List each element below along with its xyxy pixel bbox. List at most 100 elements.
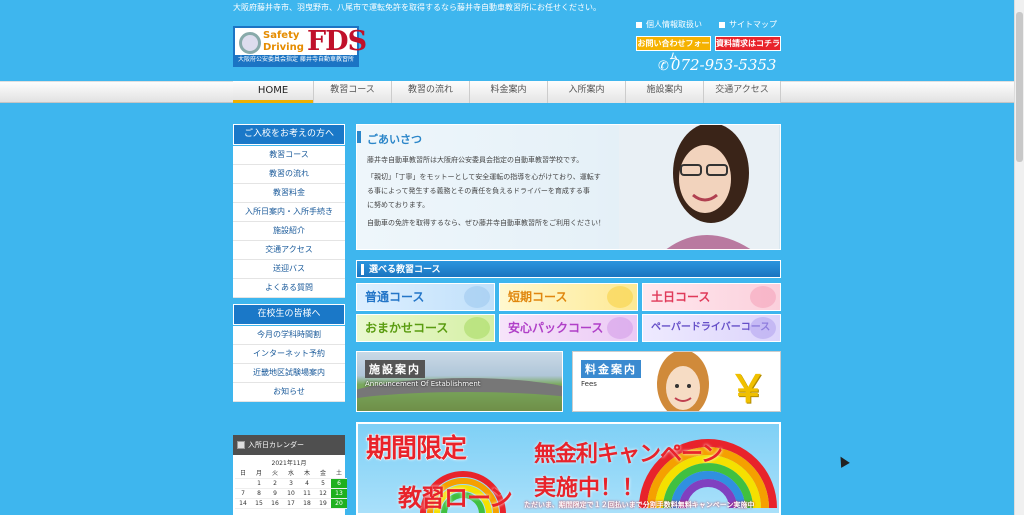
sitemap-link-label: サイトマップ [729, 20, 777, 29]
calendar-icon [237, 441, 245, 449]
calendar-day[interactable]: 16 [267, 499, 283, 509]
calendar-day[interactable]: 19 [315, 499, 331, 509]
facility-title: 施設案内 [365, 360, 425, 378]
calendar-weekday: 火 [267, 469, 283, 479]
course-paper-driver[interactable]: ペーパードライバーコース [642, 314, 781, 342]
calendar-weekday: 水 [283, 469, 299, 479]
greeting-line5: 自動車の免許を取得するなら、ぜひ藤井寺自動車教習所をご利用ください！ [367, 219, 605, 227]
courses-title-text: 選べる教習コース [369, 265, 441, 275]
greeting-line3: る事によって発生する義務とその責任を負えるドライバーを育成する事 [367, 187, 590, 195]
calendar-day[interactable]: 1 [251, 479, 267, 489]
sidebar-item-facilities[interactable]: 施設紹介 [233, 222, 345, 241]
calendar-day[interactable]: 10 [283, 489, 299, 499]
page-scrollbar[interactable] [1014, 0, 1024, 515]
bullet-icon [719, 21, 725, 28]
nav-fees[interactable]: 料金案内 [469, 81, 547, 103]
site-logo[interactable]: Safety Driving FDS 大阪府公安委員会指定 藤井寺自動車教習所 [233, 26, 367, 67]
greeting-line4: に努めております。 [367, 201, 430, 209]
logo-safety: Safety [263, 30, 300, 41]
sidebar-item-admission[interactable]: 入所日案内・入所手続き [233, 203, 345, 222]
sidebar-item-faq[interactable]: よくある質問 [233, 279, 345, 298]
calendar-weekday: 月 [251, 469, 267, 479]
sidebar-item-bus[interactable]: 送迎バス [233, 260, 345, 279]
course-standard-label: 普通コース [365, 290, 425, 304]
calendar-day[interactable]: 13 [331, 489, 347, 499]
fees-banner[interactable]: 料金案内 Fees ￥ [572, 351, 781, 412]
flower-icon [750, 286, 776, 308]
calendar-day[interactable]: 14 [235, 499, 251, 509]
sidebar-item-flow[interactable]: 教習の流れ [233, 165, 345, 184]
sidebar-item-test-centers[interactable]: 近畿地区試験場案内 [233, 364, 345, 383]
sidebar-prospective-title: ご入校をお考えの方へ [233, 124, 345, 145]
calendar-day[interactable]: 3 [283, 479, 299, 489]
course-anshin-pack[interactable]: 安心パックコース [499, 314, 638, 342]
campaign-banner[interactable]: 期間限定 教習ローン 無金利キャンペーン 実施中！！ ただいま、期間限定で１２回… [356, 422, 781, 515]
privacy-link[interactable]: 個人情報取扱い [636, 19, 702, 30]
instructor-photo [619, 125, 779, 249]
greeting-line2: 「親切」「丁寧」をモットーとして安全運転の指導を心がけており、運転す [367, 173, 601, 181]
calendar-day[interactable]: 8 [251, 489, 267, 499]
sidebar-item-access[interactable]: 交通アクセス [233, 241, 345, 260]
site-tagline: 大阪府藤井寺市、羽曳野市、八尾市で運転免許を取得するなら藤井寺自動車教習所にお任… [233, 3, 601, 12]
nav-facilities[interactable]: 施設案内 [625, 81, 703, 103]
course-omakase-label: おまかせコース [365, 321, 449, 335]
fees-subtitle: Fees [581, 380, 597, 388]
main-nav: HOME 教習コース 教習の流れ 料金案内 入所案内 施設案内 交通アクセス [233, 81, 781, 103]
sitemap-link[interactable]: サイトマップ [719, 19, 777, 30]
logo-subtitle: 大阪府公安委員会指定 藤井寺自動車教習所 [235, 55, 357, 65]
greeting-line1: 藤井寺自動車教習所は大阪府公安委員会指定の自動車教習学校です。 [367, 156, 584, 164]
course-standard[interactable]: 普通コース [356, 283, 495, 311]
nav-admission[interactable]: 入所案内 [547, 81, 625, 103]
mouse-cursor-icon [836, 454, 850, 468]
campaign-limited: 期間限定 [365, 434, 467, 465]
campaign-loan: 教習ローン [398, 484, 513, 512]
course-weekend-label: 土日コース [651, 290, 711, 304]
course-short[interactable]: 短期コース [499, 283, 638, 311]
logo-mark: FDS [307, 26, 367, 57]
bullet-icon [636, 21, 642, 28]
calendar-day[interactable]: 15 [251, 499, 267, 509]
courses-section-title: 選べる教習コース [356, 260, 781, 278]
calendar-day[interactable]: 11 [299, 489, 315, 499]
nav-courses[interactable]: 教習コース [313, 81, 391, 103]
calendar-weekday: 日 [235, 469, 251, 479]
calendar-title: 入所日カレンダー [248, 441, 304, 449]
calendar-header: 入所日カレンダー [233, 435, 345, 455]
sidebar-item-schedule[interactable]: 今月の学科時間割 [233, 326, 345, 345]
sidebar-item-fees[interactable]: 教習料金 [233, 184, 345, 203]
calendar-day[interactable]: 4 [299, 479, 315, 489]
calendar-day[interactable]: 9 [267, 489, 283, 499]
facility-banner[interactable]: 施設案内 Announcement Of Establishment [356, 351, 563, 412]
sidebar-item-courses[interactable]: 教習コース [233, 146, 345, 165]
greeting-tab-marker [357, 131, 361, 143]
calendar-day[interactable]: 12 [315, 489, 331, 499]
nav-flow[interactable]: 教習の流れ [391, 81, 469, 103]
contact-form-button[interactable]: お問い合わせフォーム [636, 36, 711, 61]
calendar-day[interactable]: 7 [235, 489, 251, 499]
admission-calendar: 入所日カレンダー 2021年11月 日月火水木金土 1 2 3 4 5 6 7 8 9 10 11 12… [233, 435, 347, 515]
car-icon [750, 317, 776, 339]
calendar-day[interactable]: 18 [299, 499, 315, 509]
calendar-day[interactable]: 17 [283, 499, 299, 509]
sidebar-item-news[interactable]: お知らせ [233, 383, 345, 402]
document-request-button[interactable]: 資料請求はコチラ [715, 36, 781, 51]
gift-icon [607, 317, 633, 339]
nav-home[interactable]: HOME [233, 81, 313, 103]
calendar-weekday: 金 [315, 469, 331, 479]
yen-icon: ￥ [729, 366, 768, 411]
calendar-day[interactable]: 5 [315, 479, 331, 489]
steering-wheel-icon [239, 32, 261, 54]
scrollbar-thumb[interactable] [1016, 12, 1023, 162]
calendar-day[interactable]: 20 [331, 499, 347, 509]
course-anshin-label: 安心パックコース [508, 321, 604, 335]
nav-access[interactable]: 交通アクセス [703, 81, 781, 103]
campaign-note: ただいま、期間限定で１２回払いまで分割手数料無料キャンペーン実施中 [524, 501, 755, 509]
calendar-day[interactable]: 6 [331, 479, 347, 489]
woman-photo [657, 352, 709, 411]
course-omakase[interactable]: おまかせコース [356, 314, 495, 342]
sidebar-item-reservation[interactable]: インターネット予約 [233, 345, 345, 364]
calendar-day[interactable]: 2 [267, 479, 283, 489]
course-weekend[interactable]: 土日コース [642, 283, 781, 311]
leaf-icon [464, 317, 490, 339]
sidebar-current-list: 今月の学科時間割 インターネット予約 近畿地区試験場案内 お知らせ [233, 326, 345, 402]
